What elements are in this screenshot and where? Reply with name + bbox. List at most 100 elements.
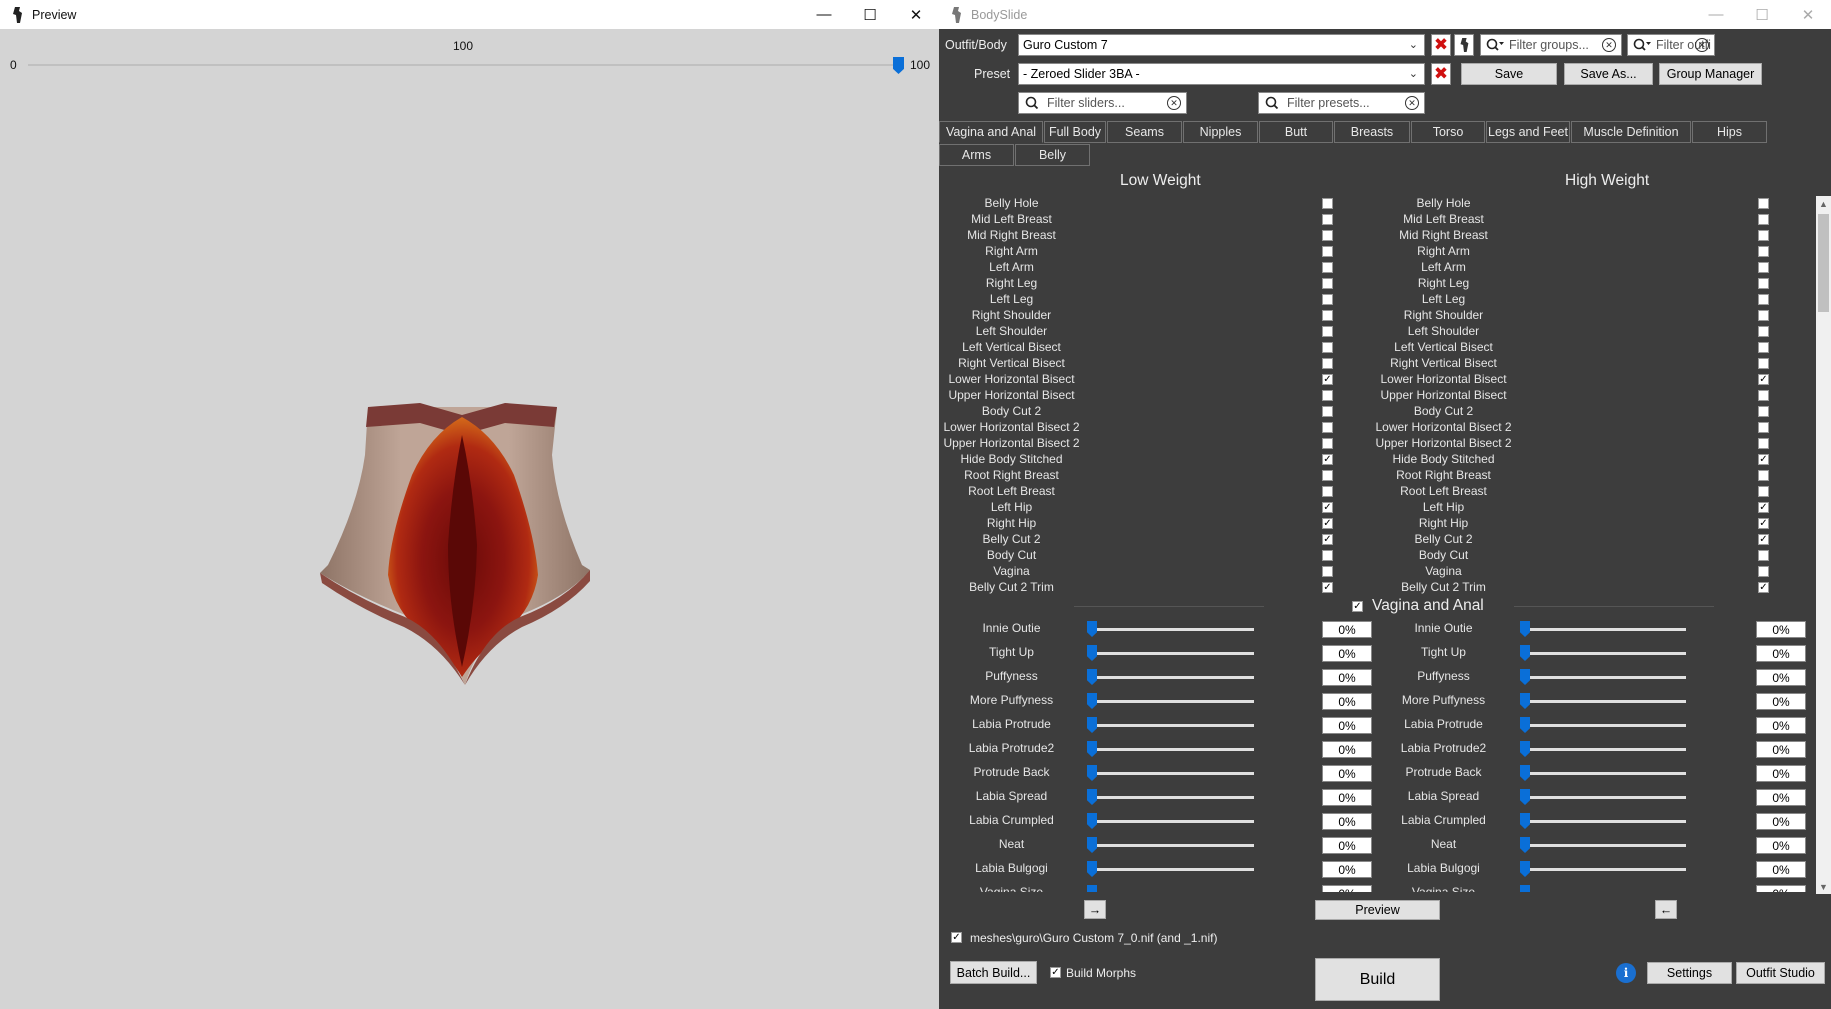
zap-checkbox-low[interactable]: ✓ (1322, 518, 1333, 529)
scroll-down-icon[interactable]: ▼ (1816, 879, 1831, 894)
zap-checkbox-high[interactable] (1758, 358, 1769, 369)
slider-track-high[interactable] (1523, 844, 1686, 847)
slider-value-high[interactable]: 0% (1756, 669, 1806, 686)
slider-thumb-low[interactable] (1087, 789, 1097, 805)
zap-checkbox-high[interactable] (1758, 550, 1769, 561)
zap-checkbox-high[interactable]: ✓ (1758, 582, 1769, 593)
tab-seams[interactable]: Seams (1107, 121, 1182, 143)
zap-checkbox-low[interactable] (1322, 438, 1333, 449)
zap-checkbox-high[interactable] (1758, 214, 1769, 225)
tab-muscle-definition[interactable]: Muscle Definition (1571, 121, 1691, 143)
slider-track-high[interactable] (1523, 820, 1686, 823)
slider-value-low[interactable]: 0% (1322, 717, 1372, 734)
zap-checkbox-low[interactable]: ✓ (1322, 374, 1333, 385)
output-path-checkbox[interactable]: ✓ (951, 932, 962, 943)
body-mesh-preview[interactable] (320, 395, 605, 690)
slider-track-high[interactable] (1523, 724, 1686, 727)
slider-value-high[interactable]: 0% (1756, 813, 1806, 830)
maximize-icon[interactable]: ☐ (847, 0, 893, 29)
slider-thumb-low[interactable] (1087, 741, 1097, 757)
tab-nipples[interactable]: Nipples (1183, 121, 1258, 143)
clear-icon[interactable]: ✕ (1695, 38, 1709, 52)
zap-checkbox-high[interactable] (1758, 470, 1769, 481)
copy-low-to-high-button[interactable]: → (1084, 900, 1106, 919)
slider-value-high[interactable]: 0% (1756, 765, 1806, 782)
slider-track-high[interactable] (1523, 700, 1686, 703)
slider-value-low[interactable]: 0% (1322, 669, 1372, 686)
zap-checkbox-high[interactable] (1758, 326, 1769, 337)
batch-build-button[interactable]: Batch Build... (950, 961, 1037, 984)
slider-track-low[interactable] (1089, 676, 1254, 679)
slider-value-high[interactable]: 0% (1756, 837, 1806, 854)
zap-checkbox-low[interactable] (1322, 214, 1333, 225)
slider-track-low[interactable] (1089, 844, 1254, 847)
slider-value-low[interactable]: 0% (1322, 813, 1372, 830)
zap-checkbox-high[interactable]: ✓ (1758, 534, 1769, 545)
delete-outfit-button[interactable]: ✖ (1431, 34, 1451, 56)
slider-thumb-high[interactable] (1520, 669, 1530, 685)
save-button[interactable]: Save (1461, 63, 1557, 85)
slider-value-low[interactable]: 0% (1322, 621, 1372, 638)
zap-checkbox-low[interactable]: ✓ (1322, 582, 1333, 593)
outfit-studio-shortcut-button[interactable] (1454, 34, 1474, 56)
tab-butt[interactable]: Butt (1259, 121, 1333, 143)
slider-value-high[interactable]: 0% (1756, 789, 1806, 806)
tab-belly[interactable]: Belly (1015, 144, 1090, 166)
scroll-up-icon[interactable]: ▲ (1816, 196, 1831, 211)
filter-presets-input[interactable]: Filter presets... ✕ (1258, 92, 1425, 114)
slider-track-low[interactable] (1089, 820, 1254, 823)
minimize-icon[interactable]: — (801, 0, 847, 29)
slider-track-high[interactable] (1523, 796, 1686, 799)
zap-checkbox-high[interactable] (1758, 230, 1769, 241)
slider-thumb-low[interactable] (1087, 765, 1097, 781)
tab-breasts[interactable]: Breasts (1334, 121, 1410, 143)
slider-value-high[interactable]: 0% (1756, 885, 1806, 892)
filter-sliders-input[interactable]: Filter sliders... ✕ (1018, 92, 1187, 114)
slider-thumb-high[interactable] (1520, 861, 1530, 877)
clear-icon[interactable]: ✕ (1405, 96, 1419, 110)
slider-thumb-low[interactable] (1087, 861, 1097, 877)
slider-thumb-high[interactable] (1520, 621, 1530, 637)
tab-arms[interactable]: Arms (939, 144, 1014, 166)
slider-value-low[interactable]: 0% (1322, 645, 1372, 662)
tab-torso[interactable]: Torso (1411, 121, 1485, 143)
zap-checkbox-high[interactable]: ✓ (1758, 502, 1769, 513)
slider-value-high[interactable]: 0% (1756, 645, 1806, 662)
tab-vagina-and-anal[interactable]: Vagina and Anal (939, 121, 1043, 143)
slider-value-high[interactable]: 0% (1756, 717, 1806, 734)
slider-value-low[interactable]: 0% (1322, 693, 1372, 710)
group-vagina-anal-checkbox[interactable]: ✓ (1352, 601, 1363, 612)
slider-thumb-low[interactable] (1087, 717, 1097, 733)
zap-checkbox-low[interactable] (1322, 470, 1333, 481)
slider-thumb-low[interactable] (1087, 621, 1097, 637)
slider-track-low[interactable] (1089, 772, 1254, 775)
slider-thumb-low[interactable] (1087, 837, 1097, 853)
zap-checkbox-high[interactable] (1758, 406, 1769, 417)
close-icon[interactable]: ✕ (1785, 0, 1831, 29)
slider-value-low[interactable]: 0% (1322, 861, 1372, 878)
minimize-icon[interactable]: — (1693, 0, 1739, 29)
slider-value-low[interactable]: 0% (1322, 789, 1372, 806)
zap-checkbox-low[interactable]: ✓ (1322, 454, 1333, 465)
slider-track-low[interactable] (1089, 700, 1254, 703)
slider-thumb-high[interactable] (1520, 813, 1530, 829)
save-as-button[interactable]: Save As... (1564, 63, 1653, 85)
scrollbar-thumb[interactable] (1818, 214, 1829, 312)
slider-thumb-low[interactable] (1087, 885, 1097, 892)
zap-checkbox-high[interactable] (1758, 342, 1769, 353)
zap-checkbox-low[interactable] (1322, 246, 1333, 257)
zap-checkbox-high[interactable] (1758, 310, 1769, 321)
tab-hips[interactable]: Hips (1692, 121, 1767, 143)
filter-groups-input[interactable]: Filter groups... ✕ (1480, 34, 1622, 56)
slider-value-low[interactable]: 0% (1322, 885, 1372, 892)
zap-checkbox-low[interactable] (1322, 310, 1333, 321)
outfit-body-dropdown[interactable]: Guro Custom 7 ⌄ (1018, 34, 1425, 56)
slider-track-low[interactable] (1089, 796, 1254, 799)
weight-slider-track[interactable] (28, 64, 898, 66)
slider-track-low[interactable] (1089, 652, 1254, 655)
slider-thumb-low[interactable] (1087, 813, 1097, 829)
filter-outfits-input[interactable]: Filter outfi ✕ (1627, 34, 1715, 56)
zap-checkbox-low[interactable] (1322, 566, 1333, 577)
close-icon[interactable]: ✕ (893, 0, 939, 29)
zap-checkbox-high[interactable] (1758, 422, 1769, 433)
